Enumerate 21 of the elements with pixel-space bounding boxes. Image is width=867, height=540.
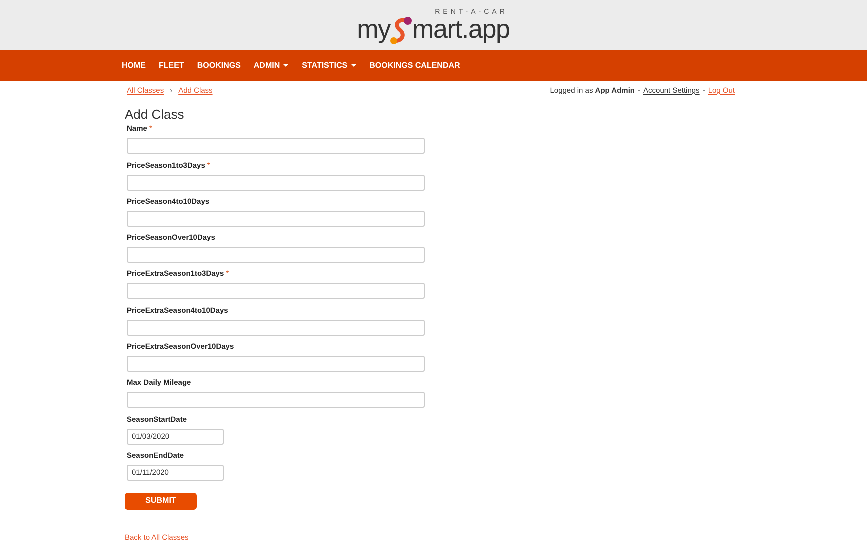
logo-text: mart.app — [412, 16, 510, 42]
page-title: Add Class — [125, 107, 186, 122]
nav-link[interactable]: BOOKINGS CALENDAR — [370, 60, 460, 72]
nav-link[interactable]: HOME — [122, 60, 146, 72]
nav-link[interactable]: STATISTICS — [302, 60, 357, 72]
submit-button[interactable]: SUBMIT — [125, 492, 197, 510]
input-field[interactable] — [127, 138, 425, 154]
caret-icon — [350, 64, 357, 68]
caret-icon — [283, 64, 290, 68]
logo-text: my — [357, 16, 390, 42]
nav-link[interactable]: BOOKINGS — [197, 60, 241, 72]
input-field[interactable] — [127, 356, 425, 372]
logo-icon — [390, 16, 412, 46]
input-field[interactable] — [127, 174, 425, 191]
nav-link[interactable]: FLEET — [159, 60, 184, 72]
input-field[interactable] — [127, 392, 425, 408]
input-field[interactable] — [127, 320, 425, 336]
nav-link[interactable]: ADMIN — [254, 60, 290, 72]
input-field[interactable] — [127, 210, 425, 227]
input-field[interactable] — [127, 247, 425, 264]
input-field[interactable] — [127, 283, 425, 300]
